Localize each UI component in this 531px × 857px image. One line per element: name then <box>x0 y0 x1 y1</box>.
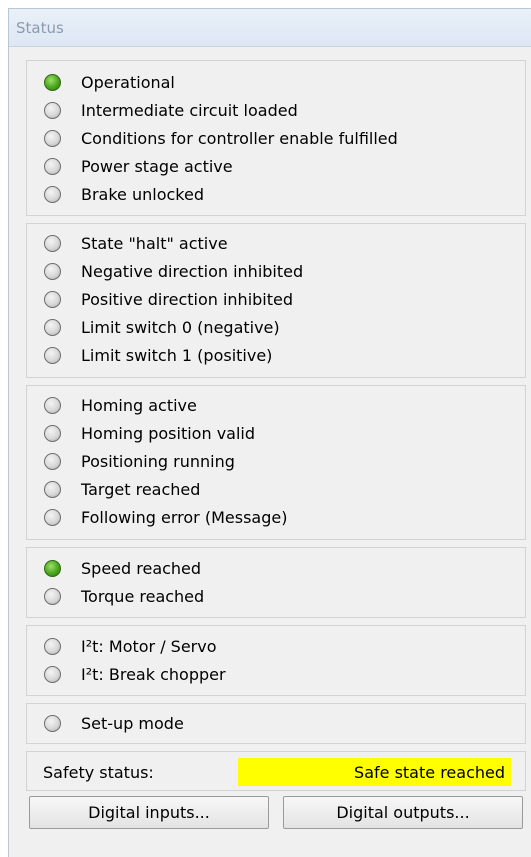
status-group-speed: Speed reached Torque reached <box>26 547 526 618</box>
led-indicator-icon <box>44 185 61 203</box>
status-item: Limit switch 0 (negative) <box>44 313 280 341</box>
led-indicator-icon <box>44 234 61 252</box>
led-indicator-icon <box>44 637 61 655</box>
status-item-label: Positioning running <box>81 451 235 471</box>
status-item: I²t: Break chopper <box>44 660 226 688</box>
led-indicator-icon <box>44 396 61 414</box>
led-indicator-icon <box>44 262 61 280</box>
title-bar: Status <box>9 9 531 47</box>
status-item-label: Negative direction inhibited <box>81 261 304 281</box>
led-indicator-icon <box>44 101 61 119</box>
status-item-label: Limit switch 0 (negative) <box>81 317 280 337</box>
status-item: Target reached <box>44 475 200 503</box>
status-item: Following error (Message) <box>44 503 287 531</box>
status-item: Set-up mode <box>44 709 184 737</box>
led-indicator-icon <box>44 665 61 683</box>
led-indicator-icon <box>44 714 61 732</box>
status-item-label: Operational <box>81 72 175 92</box>
status-item: Negative direction inhibited <box>44 257 303 285</box>
digital-outputs-button[interactable]: Digital outputs... <box>283 796 523 829</box>
status-item-label: Positive direction inhibited <box>81 289 294 309</box>
status-item-label: Brake unlocked <box>81 184 204 204</box>
led-indicator-icon <box>44 157 61 175</box>
status-item: Positive direction inhibited <box>44 285 293 313</box>
status-item-label: Homing position valid <box>81 423 256 443</box>
led-indicator-icon <box>44 508 61 526</box>
status-item: Power stage active <box>44 152 233 180</box>
led-indicator-icon <box>44 424 61 442</box>
status-item-label: Power stage active <box>81 156 233 176</box>
led-indicator-icon <box>44 346 61 364</box>
status-item-label: State "halt" active <box>81 233 228 253</box>
safety-status-value: Safe state reached <box>238 758 511 786</box>
status-item-label: Speed reached <box>81 558 202 578</box>
led-indicator-icon <box>44 129 61 147</box>
led-indicator-icon <box>44 73 61 91</box>
digital-inputs-button[interactable]: Digital inputs... <box>29 796 269 829</box>
status-item: I²t: Motor / Servo <box>44 632 217 660</box>
status-item-label: Homing active <box>81 395 197 415</box>
status-item: Brake unlocked <box>44 180 204 208</box>
status-item: Conditions for controller enable fulfill… <box>44 124 398 152</box>
status-item-label: Conditions for controller enable fulfill… <box>81 128 398 148</box>
status-item-label: I²t: Break chopper <box>81 664 226 684</box>
status-group-drive: Operational Intermediate circuit loaded … <box>26 60 526 216</box>
status-item: Homing position valid <box>44 419 255 447</box>
led-indicator-icon <box>44 480 61 498</box>
status-item: State "halt" active <box>44 229 228 257</box>
status-item-label: Torque reached <box>81 586 205 606</box>
led-indicator-icon <box>44 559 61 577</box>
led-indicator-icon <box>44 587 61 605</box>
status-item: Operational <box>44 68 175 96</box>
status-group-positioning: Homing active Homing position valid Posi… <box>26 385 526 540</box>
led-indicator-icon <box>44 318 61 336</box>
safety-status-label: Safety status: <box>43 763 154 782</box>
status-item: Homing active <box>44 391 197 419</box>
safety-status-group: Safety status: Safe state reached <box>26 751 526 791</box>
status-item: Torque reached <box>44 582 204 610</box>
status-item-label: Target reached <box>81 479 201 499</box>
window-title: Status <box>16 18 64 37</box>
status-item: Speed reached <box>44 554 201 582</box>
led-indicator-icon <box>44 290 61 308</box>
led-indicator-icon <box>44 452 61 470</box>
status-window: Status Operational Intermediate circuit … <box>8 8 531 857</box>
status-item-label: I²t: Motor / Servo <box>81 636 217 656</box>
status-item: Limit switch 1 (positive) <box>44 341 272 369</box>
status-group-setup: Set-up mode <box>26 703 526 744</box>
status-item-label: Limit switch 1 (positive) <box>81 345 273 365</box>
status-item-label: Set-up mode <box>81 713 184 733</box>
status-item: Positioning running <box>44 447 235 475</box>
status-group-limits: State "halt" active Negative direction i… <box>26 223 526 378</box>
status-item: Intermediate circuit loaded <box>44 96 298 124</box>
status-item-label: Following error (Message) <box>81 507 288 527</box>
status-group-i2t: I²t: Motor / Servo I²t: Break chopper <box>26 625 526 696</box>
status-item-label: Intermediate circuit loaded <box>81 100 298 120</box>
